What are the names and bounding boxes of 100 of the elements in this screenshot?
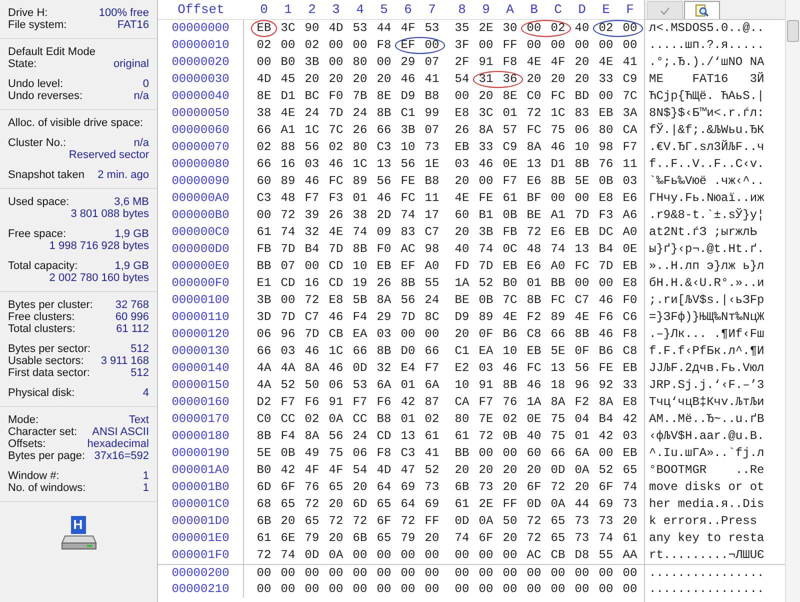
hex-byte: 02: [502, 412, 518, 427]
hex-byte: 89: [352, 174, 368, 189]
hex-byte: E2: [454, 361, 470, 376]
hex-byte: FE: [400, 174, 416, 189]
text-row-text: ................: [648, 581, 766, 598]
hex-byte: 00: [574, 566, 590, 580]
hex-byte: BF: [526, 191, 542, 206]
offset-cell: 00000180: [158, 428, 244, 445]
hex-byte: 0A: [574, 463, 590, 478]
hex-byte: 7B: [352, 89, 368, 104]
hex-byte: 72: [550, 480, 566, 495]
info-value: 2 002 780 160 bytes: [49, 272, 149, 284]
hex-byte: 56: [574, 361, 590, 376]
hex-byte: 65: [550, 531, 566, 546]
scrollbar[interactable]: [785, 0, 800, 602]
hex-byte: 00: [280, 566, 296, 580]
hex-byte: FB: [502, 225, 518, 240]
hex-byte: 46: [598, 293, 614, 308]
hex-byte: 42: [280, 463, 296, 478]
hex-byte: 20: [424, 531, 440, 546]
hex-byte: 00: [352, 566, 368, 580]
text-row-text: .....шп.?.я.....: [648, 37, 766, 54]
hex-byte: 66: [352, 344, 368, 359]
hex-byte: CD: [280, 276, 296, 291]
hex-byte: D9: [454, 310, 470, 325]
hex-byte: BE: [526, 208, 542, 223]
offset-cell: 000001C0: [158, 496, 244, 513]
panel-tab[interactable]: [684, 1, 720, 19]
hex-byte: 89: [280, 174, 296, 189]
hex-byte: 90: [304, 21, 320, 36]
hex-byte: F8: [622, 327, 638, 342]
hex-byte: 20: [526, 463, 542, 478]
hex-byte: 6D: [256, 480, 272, 495]
hex-byte: 20: [280, 514, 296, 529]
hex-byte: 80: [352, 140, 368, 155]
info-value: 512: [130, 367, 149, 379]
hex-byte: 47: [400, 463, 416, 478]
offset-cell: 00000110: [158, 309, 244, 326]
hex-byte: 56: [400, 157, 416, 172]
hex-byte: F7: [280, 395, 296, 410]
text-row-text: her media.я..Dis: [648, 496, 766, 513]
info-value: 3,6 MB: [114, 196, 149, 208]
hex-byte: F8: [502, 55, 518, 70]
info-label: Mode:: [8, 414, 39, 426]
scrollbar-thumb[interactable]: [787, 20, 799, 42]
text-row-text: ;.rи[ЉV$ѕ.|‹ьЗFр: [648, 292, 766, 309]
hex-byte: F3: [598, 208, 614, 223]
offset-cell: 00000190: [158, 445, 244, 462]
hex-byte: D1: [550, 157, 566, 172]
hex-byte: 03: [478, 361, 494, 376]
column-header: 4: [355, 0, 365, 19]
hex-byte: 66: [256, 157, 272, 172]
hex-byte: F0: [328, 89, 344, 104]
hex-byte: 20: [550, 72, 566, 87]
hex-byte: 4A: [256, 378, 272, 393]
hex-byte: 66: [550, 327, 566, 342]
info-value: 1: [142, 482, 149, 494]
hex-byte: E6: [550, 225, 566, 240]
hex-byte: 20: [454, 463, 470, 478]
hex-byte: 72: [280, 208, 296, 223]
hex-byte: 8B: [526, 293, 542, 308]
hex-byte: AA: [622, 548, 638, 563]
offset-cell: 000001A0: [158, 462, 244, 479]
hex-byte: 7E: [478, 412, 494, 427]
column-header: Offset: [176, 0, 226, 19]
info-value: Text: [128, 414, 149, 426]
hex-byte: 65: [550, 514, 566, 529]
hex-byte: 7D: [328, 242, 344, 257]
hex-byte: 06: [352, 446, 368, 461]
info-value: 60 996: [115, 311, 149, 323]
hex-byte: F8: [376, 38, 392, 53]
hex-byte: 33: [598, 72, 614, 87]
hex-byte: 00: [526, 38, 542, 53]
hex-byte: CD: [328, 276, 344, 291]
hex-byte: EB: [526, 344, 542, 359]
hex-byte: 00: [478, 38, 494, 53]
hex-byte: 1C: [304, 123, 320, 138]
hex-byte: 74: [352, 225, 368, 240]
text-row-text: ЋСјр{ЋЩё. ЋАьЅ.|: [648, 88, 766, 105]
column-header: 5: [379, 0, 389, 19]
hex-byte: 20: [454, 174, 470, 189]
hex-byte: 52: [424, 463, 440, 478]
hex-byte: 46: [376, 191, 392, 206]
offset-cell: 00000080: [158, 156, 244, 173]
hex-byte: 6B: [256, 514, 272, 529]
hex-byte: EB: [574, 225, 590, 240]
offset-cell: 000000C0: [158, 224, 244, 241]
hex-byte: 33: [478, 140, 494, 155]
text-row-text: ‹фЉV$Н.aar.@u.B.: [648, 428, 766, 445]
hex-byte: 16: [280, 157, 296, 172]
info-label: Used space:: [8, 196, 70, 208]
hex-byte: 42: [598, 429, 614, 444]
text-row-text: .°;.Ђ.)./‘шNO NA: [648, 54, 766, 71]
hex-byte: 36: [502, 72, 518, 87]
hex-byte: 3A: [622, 106, 638, 121]
hex-byte: 01: [400, 412, 416, 427]
hex-byte: CA: [622, 123, 638, 138]
text-row-text: л<.MSDOS5.0..@..: [648, 20, 766, 37]
hex-byte: BC: [304, 89, 320, 104]
hex-byte: B0: [502, 276, 518, 291]
